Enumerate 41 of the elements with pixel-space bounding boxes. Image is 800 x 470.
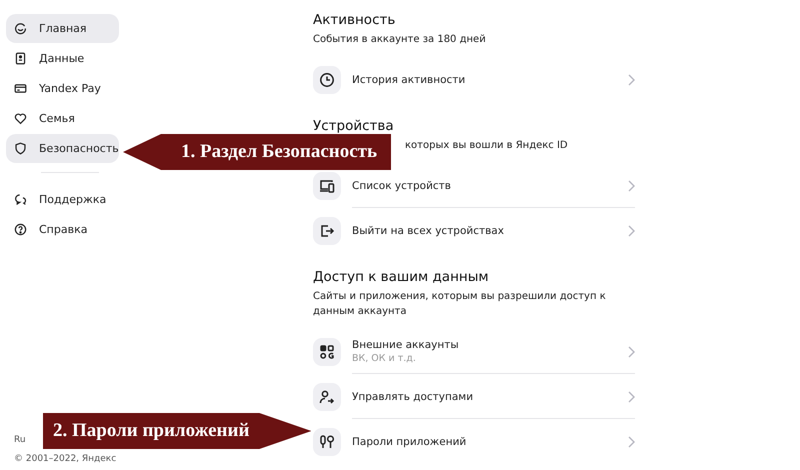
- sidebar-item[interactable]: Справка: [6, 215, 119, 244]
- chevron-icon: [627, 180, 635, 192]
- sidebar-item[interactable]: Данные: [6, 44, 119, 73]
- sidebar-item[interactable]: Поддержка: [6, 185, 119, 214]
- chevron-icon: [627, 390, 635, 402]
- section-description: События в аккаунте за 180 дней: [313, 33, 487, 47]
- card-icon: [14, 82, 27, 95]
- document-icon: [14, 52, 27, 65]
- help-icon: [14, 223, 27, 236]
- section-title: Устройства: [313, 118, 395, 134]
- chevron-icon: [627, 436, 635, 448]
- row-hint: ВК, ОК и т.д.: [352, 353, 416, 364]
- copyright-text: © 2001–2022, Яндекс: [14, 454, 116, 464]
- language-link[interactable]: Ru: [14, 435, 26, 445]
- row-label[interactable]: Список устройств: [352, 180, 451, 192]
- shield-icon: [14, 142, 27, 155]
- row-label[interactable]: Внешние аккаунты: [352, 339, 459, 351]
- row-label[interactable]: Пароли приложений: [352, 436, 466, 448]
- chevron-icon: [627, 74, 635, 86]
- sidebar-item[interactable]: Yandex Pay: [6, 74, 119, 103]
- chevron-icon: [627, 224, 635, 236]
- keys-icon: [313, 428, 341, 456]
- row-label[interactable]: История активности: [352, 74, 466, 86]
- row-label[interactable]: Выйти на всех устройствах: [352, 224, 504, 236]
- section-description: Сайты и приложения, которым вы разрешили доступ к данным аккаунта: [313, 290, 607, 319]
- apps-icon: [313, 338, 341, 366]
- devices-icon: [313, 172, 341, 200]
- user-arrow-icon: [313, 382, 341, 410]
- section-description: которых вы вошли в Яндекс ID: [405, 139, 568, 153]
- logout-icon: [313, 216, 341, 244]
- heart-icon: [14, 112, 27, 125]
- section-title: Активность: [313, 12, 396, 28]
- section-title: Доступ к вашим данным: [313, 269, 490, 285]
- row-label[interactable]: Управлять доступами: [352, 390, 474, 402]
- chat-icon: [14, 193, 27, 206]
- smile-icon: [14, 22, 27, 35]
- sidebar-item[interactable]: Главная: [6, 14, 119, 43]
- clock-icon: [313, 66, 341, 94]
- chevron-icon: [627, 346, 635, 358]
- sidebar-item[interactable]: Безопасность: [6, 134, 119, 163]
- sidebar-item[interactable]: Семья: [6, 104, 119, 133]
